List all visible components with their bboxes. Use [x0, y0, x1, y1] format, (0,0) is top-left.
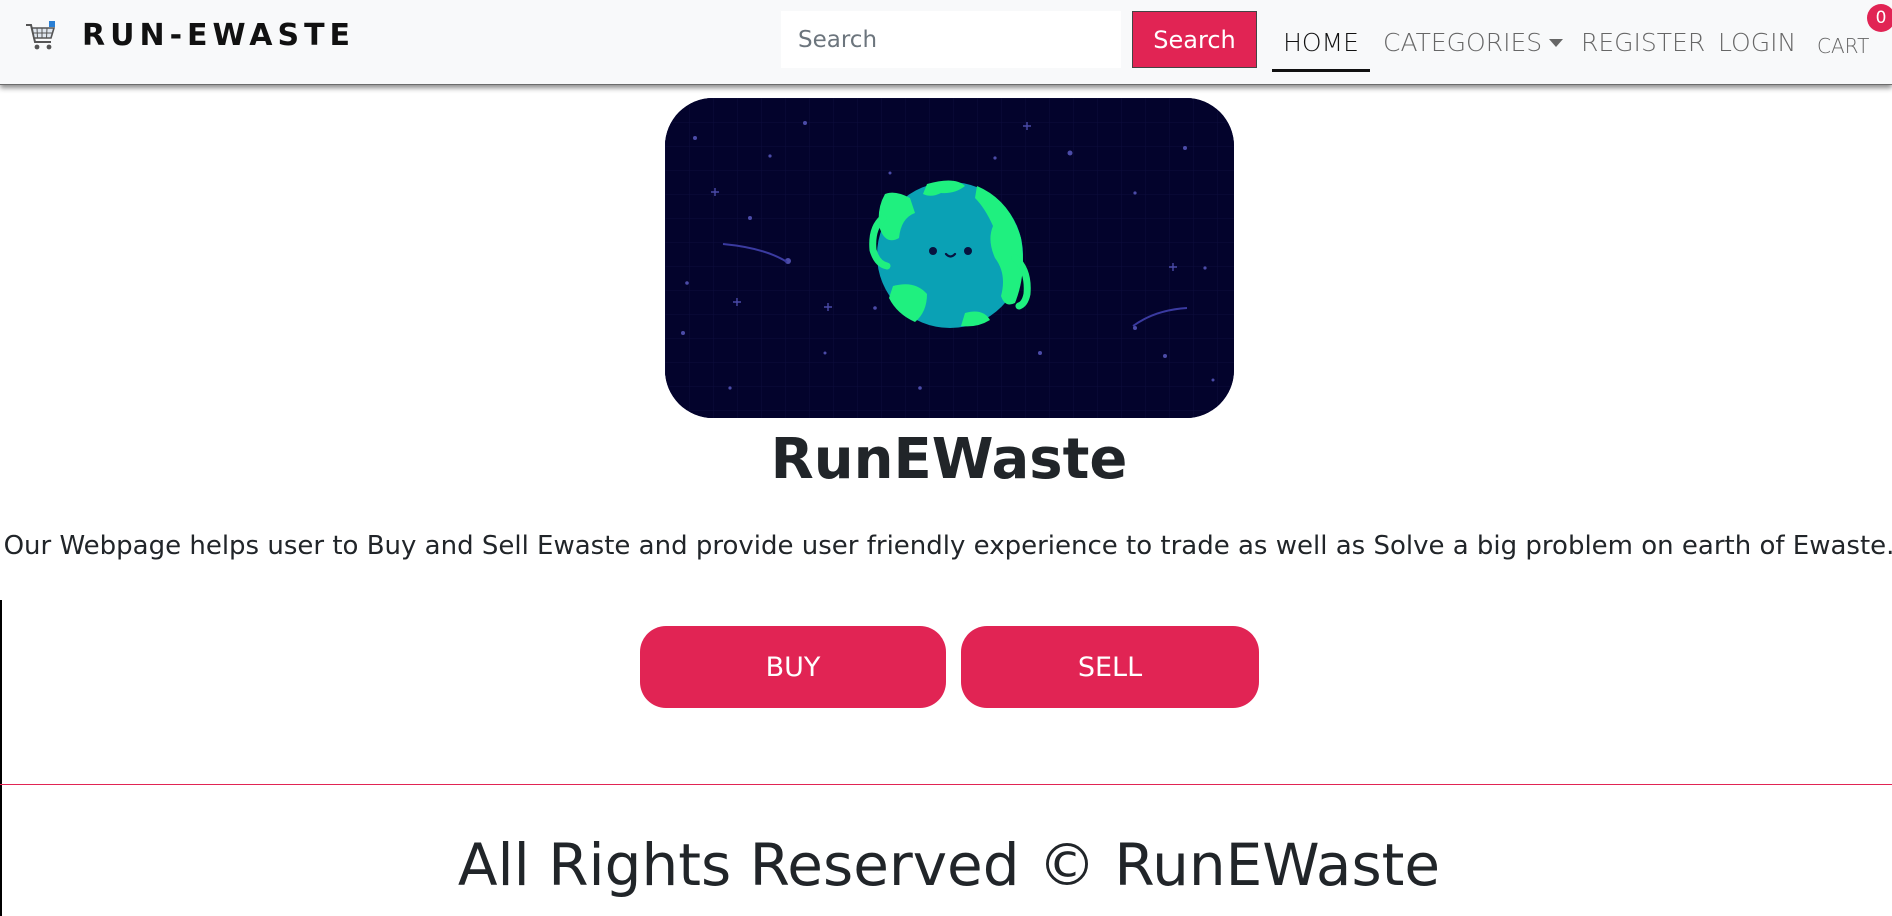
- nav-login-label: LOGIN: [1718, 28, 1797, 57]
- copyright-text: All Rights Reserved © RunEWaste: [457, 831, 1441, 899]
- cart-count-badge: 0: [1867, 4, 1892, 32]
- earth-illustration: [665, 98, 1234, 418]
- search-button[interactable]: Search: [1132, 11, 1257, 68]
- navbar: RUN-EWASTE Search HOME CATEGORIES REGIST…: [0, 0, 1892, 85]
- hero-image: [665, 98, 1234, 418]
- brand-name: RUN-EWASTE: [82, 18, 356, 53]
- site-description: Our Webpage helps user to Buy and Sell E…: [3, 531, 1892, 561]
- nav-home[interactable]: HOME: [1272, 0, 1370, 85]
- brand-link[interactable]: RUN-EWASTE: [24, 18, 355, 53]
- nav-home-label: HOME: [1283, 28, 1359, 57]
- caret-down-icon: [1549, 38, 1564, 47]
- sell-button[interactable]: SELL: [961, 626, 1259, 708]
- nav-register-label: REGISTER: [1581, 28, 1706, 57]
- nav-categories-label: CATEGORIES: [1383, 28, 1543, 57]
- nav-cart-label: CART: [1817, 33, 1870, 58]
- buy-button[interactable]: BUY: [640, 626, 946, 708]
- search-input[interactable]: [781, 11, 1121, 68]
- nav-categories-dropdown[interactable]: CATEGORIES: [1383, 0, 1564, 85]
- nav-cart[interactable]: CART: [1817, 3, 1869, 88]
- nav-login[interactable]: LOGIN: [1718, 0, 1796, 85]
- shopping-cart-icon: [26, 20, 56, 49]
- footer-divider: [0, 784, 1892, 785]
- nav-register[interactable]: REGISTER: [1581, 0, 1705, 85]
- site-title: RunEWaste: [770, 427, 1128, 492]
- active-indicator: [1272, 69, 1370, 72]
